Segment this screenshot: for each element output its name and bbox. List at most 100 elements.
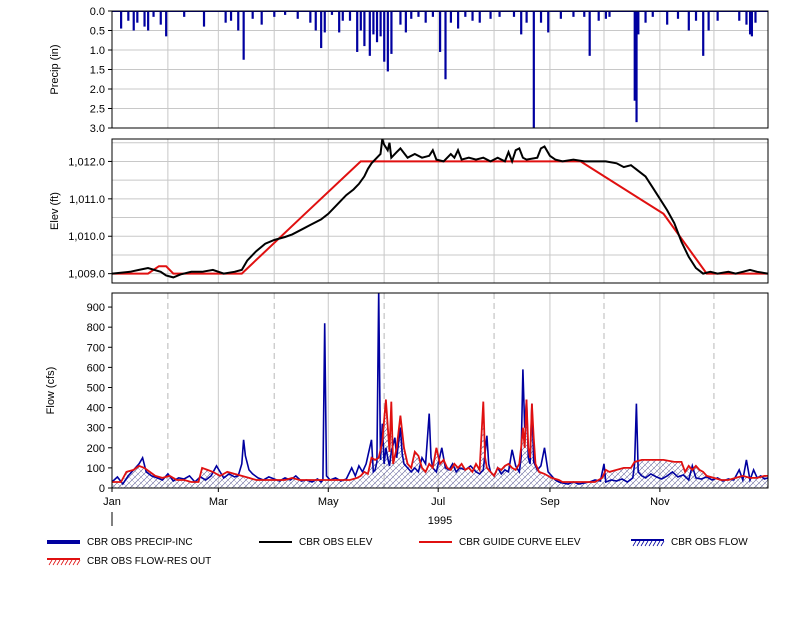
precip-bar: [136, 11, 139, 23]
x-year-label: 1995: [428, 515, 452, 527]
precip-bar: [375, 11, 379, 43]
flow-ytick-label: 500: [87, 382, 105, 394]
precip-bar: [707, 11, 710, 31]
precip-bar: [424, 11, 427, 23]
precip-bar: [532, 11, 535, 128]
obs-flow-line: [112, 293, 768, 486]
precip-bar: [738, 11, 741, 21]
flow-axis-label: Flow (cfs): [45, 367, 57, 415]
x-month-label: Jan: [103, 496, 121, 508]
precip-bar: [341, 11, 344, 21]
precip-bar: [404, 11, 407, 33]
precip-bar: [588, 11, 591, 56]
precip-ytick-label: 0.5: [90, 26, 105, 38]
precip-bar: [637, 11, 640, 35]
elev-axis-label: Elev (ft): [49, 192, 61, 230]
precip-bar: [687, 11, 690, 31]
precip-bar: [165, 11, 168, 37]
precip-bar: [368, 11, 371, 56]
flow-ytick-label: 800: [87, 322, 105, 334]
precip-bar: [363, 11, 366, 47]
elev-ytick-label: 1,010.0: [68, 231, 105, 243]
precip-bar: [251, 11, 254, 19]
precip-bar: [471, 11, 474, 21]
precip-bar: [224, 11, 227, 23]
precip-bar: [410, 11, 413, 19]
precip-bar: [132, 11, 135, 31]
precip-ytick-label: 1.0: [90, 45, 105, 57]
precip-ytick-label: 2.5: [90, 104, 105, 116]
precip-bar: [702, 11, 705, 56]
x-month-label: Nov: [650, 496, 670, 508]
precip-bar: [260, 11, 263, 25]
elev-ytick-label: 1,011.0: [69, 194, 105, 206]
flow-ytick-label: 400: [87, 403, 105, 415]
flow-ytick-label: 200: [87, 443, 105, 455]
precip-bar: [444, 11, 447, 80]
precip-bar: [229, 11, 233, 21]
flow-ytick-label: 100: [87, 463, 105, 475]
precip-ytick-label: 2.0: [90, 84, 105, 96]
elev-lines: [112, 139, 768, 279]
precip-bar: [559, 11, 562, 19]
precip-bar: [745, 11, 748, 25]
x-month-label: May: [318, 496, 339, 508]
precip-bar: [539, 11, 543, 23]
precip-bar: [716, 11, 719, 21]
precip-ytick-label: 3.0: [90, 123, 105, 135]
precip-bar: [386, 11, 389, 72]
precip-bar: [296, 11, 299, 19]
elev-ytick-label: 1,009.0: [68, 269, 105, 281]
flow-ytick-label: 300: [87, 423, 105, 435]
precip-bar: [379, 11, 382, 37]
precip-bar: [604, 11, 608, 19]
precip-bar: [750, 11, 753, 37]
precip-bar: [676, 11, 680, 19]
precip-bar: [309, 11, 312, 23]
x-month-label: Mar: [209, 496, 228, 508]
precip-bar: [159, 11, 162, 25]
precip-bar: [242, 11, 245, 60]
chart-canvas: 0.0 0.5 1.0 1.5 2.0 2.5 3.0 Precip (in) 1,009.0 1…: [45, 6, 769, 527]
precip-bar: [489, 11, 492, 19]
precip-bar: [359, 11, 362, 31]
obs-elev-line: [112, 139, 768, 279]
precip-bar: [314, 11, 317, 31]
precip-bar: [525, 11, 528, 23]
precip-bar: [338, 11, 341, 33]
precip-bar: [457, 11, 460, 29]
precip-bar: [666, 11, 669, 25]
precip-bar: [202, 11, 206, 27]
precip-bar: [390, 11, 393, 54]
precip-bar: [356, 11, 359, 52]
precip-bar: [644, 11, 647, 23]
flow-ytick-label: 600: [87, 362, 105, 374]
precip-bar: [439, 11, 442, 52]
flow-ytick-label: 0: [99, 483, 105, 495]
x-month-label: Jul: [431, 496, 445, 508]
precip-bar: [547, 11, 550, 33]
precip-bar: [520, 11, 523, 35]
flow-ytick-label: 900: [87, 302, 105, 314]
precip-bar: [694, 11, 698, 21]
precip-bar: [120, 11, 123, 29]
flow-series: [112, 293, 768, 488]
precip-bar: [147, 11, 150, 31]
precip-ytick-label: 0.0: [90, 6, 105, 18]
precip-bar: [127, 11, 130, 21]
precip-bar: [383, 11, 386, 62]
precip-bar: [237, 11, 240, 31]
elev-ytick-label: 1,012.0: [68, 156, 105, 168]
precip-axis-label: Precip (in): [49, 44, 61, 94]
precip-bar: [399, 11, 402, 25]
precip-bar: [372, 11, 375, 35]
precip-bar: [597, 11, 600, 21]
precip-bar: [143, 11, 146, 27]
precip-bar: [323, 11, 326, 33]
precip-bar: [320, 11, 323, 49]
x-month-label: Sep: [540, 496, 560, 508]
precip-ytick-label: 1.5: [90, 65, 105, 77]
precip-bar: [478, 11, 481, 23]
precip-bar: [348, 11, 352, 21]
precip-bar: [754, 11, 757, 23]
